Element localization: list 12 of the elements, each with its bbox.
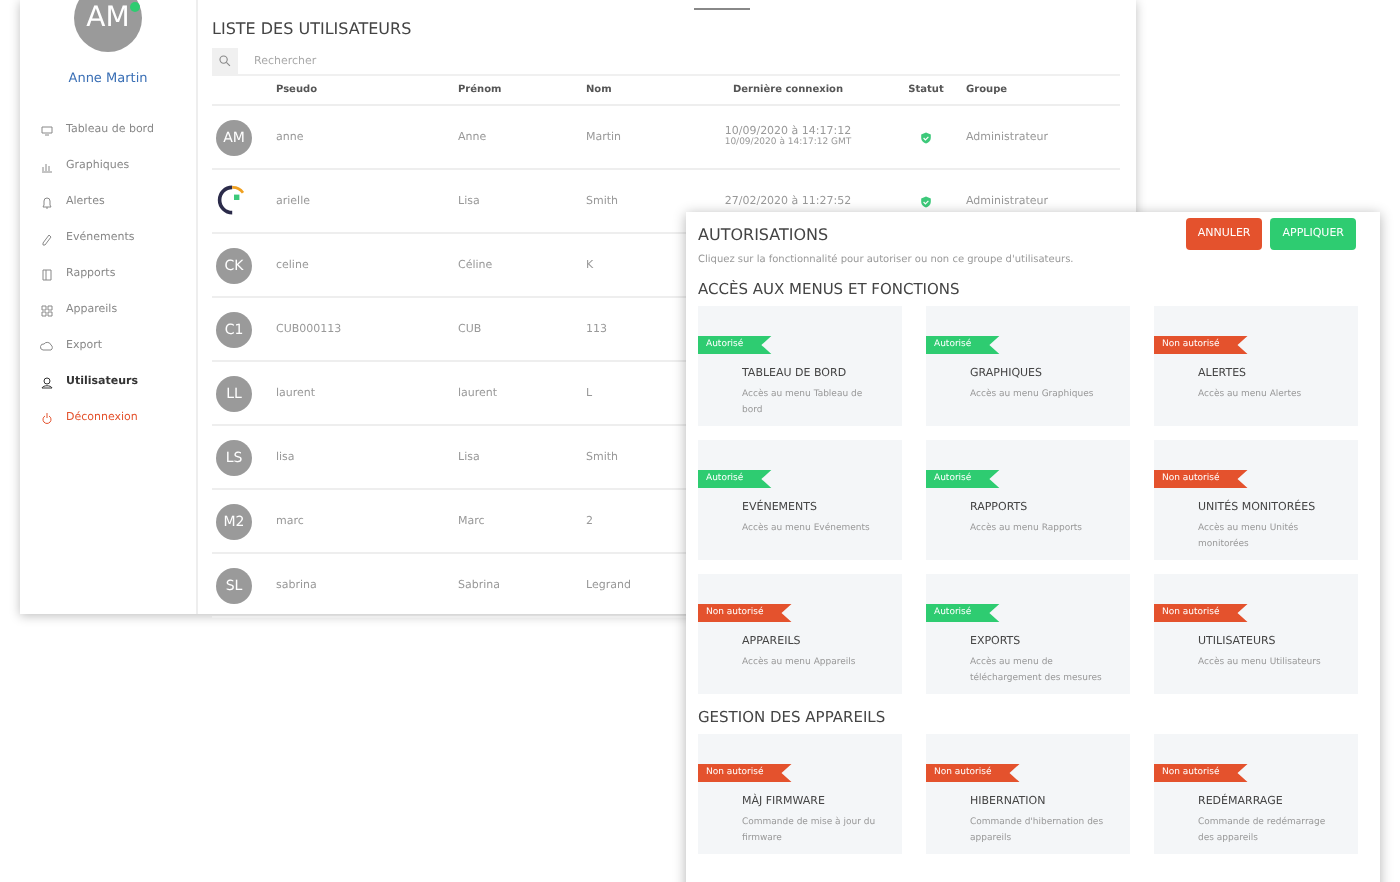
- user-icon: [40, 375, 54, 389]
- pencil-icon: [40, 231, 54, 245]
- monitor-icon: [40, 123, 54, 137]
- chart-icon: [40, 159, 54, 173]
- power-icon: [40, 411, 54, 425]
- bell-icon: [40, 195, 54, 209]
- cloud-icon: [40, 339, 54, 353]
- list-title: LISTE DES UTILISATEURS: [212, 20, 414, 42]
- profile-avatar: AM: [74, 0, 142, 52]
- grid-icon: [40, 303, 54, 317]
- panel-title: AUTORISATIONS: [698, 225, 829, 243]
- book-icon: [40, 267, 54, 281]
